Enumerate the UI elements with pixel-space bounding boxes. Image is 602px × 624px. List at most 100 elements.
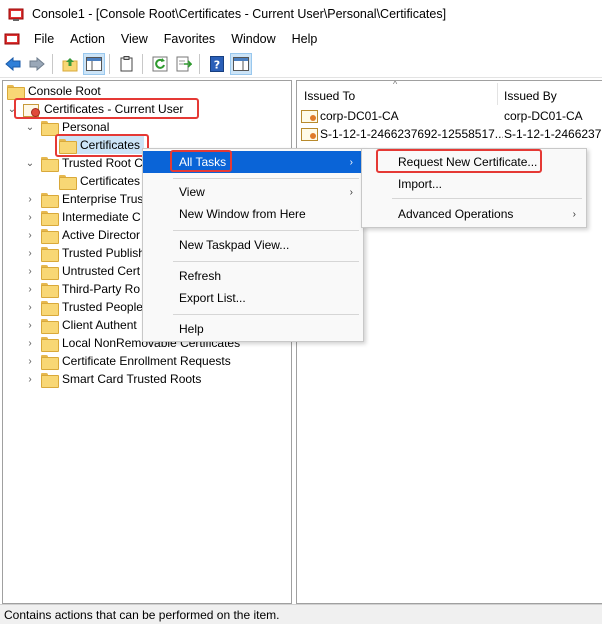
folder-icon (41, 120, 59, 136)
export-list-icon[interactable] (173, 53, 195, 75)
certificate-store-icon (23, 102, 40, 117)
tree-item-intermediate[interactable]: › Intermediate C (25, 208, 141, 226)
folder-icon (41, 300, 59, 316)
menu-action[interactable]: Action (62, 28, 113, 50)
folder-icon (41, 318, 59, 334)
tree-item-active-directory[interactable]: › Active Director (25, 226, 140, 244)
column-header-issued-by[interactable]: Issued By (504, 81, 602, 107)
forward-icon[interactable] (26, 53, 48, 75)
chevron-right-icon[interactable]: › (25, 334, 35, 352)
issued-to-cell: corp-DC01-CA (320, 109, 399, 123)
chevron-right-icon[interactable]: › (25, 280, 35, 298)
chevron-right-icon[interactable]: › (25, 262, 35, 280)
show-hide-tree-icon[interactable] (83, 52, 105, 75)
list-item[interactable]: corp-DC01-CA corp-DC01-CA (301, 107, 601, 125)
tree-item-label: Trusted People (62, 300, 143, 314)
chevron-down-icon[interactable]: ⌄ (25, 154, 35, 172)
folder-icon (41, 156, 59, 172)
menu-item-request-new-certificate[interactable]: Request New Certificate... (362, 151, 586, 173)
tree-item-client-authentication[interactable]: › Client Authent (25, 316, 137, 334)
column-separator[interactable] (497, 83, 498, 105)
folder-icon (41, 210, 59, 226)
folder-icon (41, 192, 59, 208)
system-menu-icon[interactable] (4, 31, 20, 47)
toolbar-separator (109, 53, 110, 74)
menu-item-help[interactable]: Help (143, 318, 363, 340)
copy-icon[interactable] (116, 53, 138, 75)
tree-item-label: Certificates (80, 138, 141, 152)
up-folder-icon[interactable] (59, 53, 81, 75)
show-action-pane-icon[interactable] (230, 52, 252, 75)
chevron-right-icon[interactable]: › (25, 298, 35, 316)
chevron-right-icon[interactable]: › (25, 208, 35, 226)
menu-item-new-taskpad[interactable]: New Taskpad View... (143, 234, 363, 256)
folder-icon (41, 246, 59, 262)
certificate-icon (301, 127, 318, 141)
chevron-right-icon: › (349, 186, 353, 198)
menu-item-export-list[interactable]: Export List... (143, 287, 363, 309)
folder-icon (41, 372, 59, 388)
mmc-console-icon (8, 6, 24, 22)
chevron-right-icon[interactable]: › (25, 190, 35, 208)
tree-item-label: Certificate Enrollment Requests (62, 354, 231, 368)
chevron-right-icon[interactable]: › (25, 316, 35, 334)
list-item[interactable]: S-1-12-1-2466237692-12558517... S-1-12-1… (301, 125, 601, 143)
all-tasks-submenu: Request New Certificate... Import... Adv… (361, 148, 587, 228)
chevron-right-icon[interactable]: › (25, 226, 35, 244)
menu-separator (173, 230, 359, 231)
tree-item-untrusted[interactable]: › Untrusted Cert (25, 262, 140, 280)
menu-separator (173, 261, 359, 262)
menu-item-new-window[interactable]: New Window from Here (143, 203, 363, 225)
tree-item-trusted-root-certificates[interactable]: Certificates (59, 172, 140, 190)
menu-view[interactable]: View (113, 28, 156, 50)
svg-text:?: ? (214, 58, 220, 71)
menu-separator (392, 198, 582, 199)
menu-favorites[interactable]: Favorites (156, 28, 223, 50)
chevron-right-icon[interactable]: › (25, 370, 35, 388)
tree-item-personal[interactable]: ⌄ Personal (25, 118, 109, 136)
context-menu: All Tasks › View › New Window from Here … (142, 148, 364, 342)
folder-icon (41, 354, 59, 370)
menu-item-all-tasks[interactable]: All Tasks › (143, 151, 363, 173)
menu-item-import[interactable]: Import... (362, 173, 586, 195)
tree-item-label: Trusted Publish (62, 246, 145, 260)
tree-item-label: Intermediate C (62, 210, 141, 224)
issued-by-cell: corp-DC01-CA (504, 109, 583, 123)
issued-to-cell: S-1-12-1-2466237692-12558517... (320, 127, 503, 141)
tree-item-trusted-publishers[interactable]: › Trusted Publish (25, 244, 145, 262)
tree-item-label: Active Director (62, 228, 141, 242)
tree-item-personal-certificates[interactable]: Certificates (59, 136, 145, 154)
tree-item-console-root[interactable]: Console Root (7, 82, 101, 100)
chevron-down-icon[interactable]: ⌄ (7, 100, 17, 118)
menu-file[interactable]: File (26, 28, 62, 50)
folder-icon (7, 84, 25, 100)
tree-item-label: Personal (62, 120, 110, 134)
tree-item-enrollment-requests[interactable]: › Certificate Enrollment Requests (25, 352, 231, 370)
tree-item-third-party-root[interactable]: › Third-Party Ro (25, 280, 140, 298)
menu-item-view[interactable]: View › (143, 181, 363, 203)
tree-item-label: Trusted Root C (62, 156, 143, 170)
menu-window[interactable]: Window (223, 28, 283, 50)
chevron-right-icon: › (349, 156, 353, 168)
refresh-icon[interactable] (149, 53, 171, 75)
menu-item-refresh[interactable]: Refresh (143, 265, 363, 287)
column-header-issued-to[interactable]: Issued To (304, 81, 494, 107)
tree-item-smart-card-roots[interactable]: › Smart Card Trusted Roots (25, 370, 201, 388)
tree-item-label: Smart Card Trusted Roots (62, 372, 202, 386)
tree-item-label: Client Authent (62, 318, 137, 332)
tree-item-trusted-people[interactable]: › Trusted People (25, 298, 143, 316)
help-icon[interactable]: ? (206, 53, 228, 75)
chevron-down-icon[interactable]: ⌄ (25, 118, 35, 136)
chevron-right-icon[interactable]: › (25, 244, 35, 262)
tree-item-trusted-root[interactable]: ⌄ Trusted Root C (25, 154, 143, 172)
folder-icon (41, 282, 59, 298)
tree-item-certificates-current-user[interactable]: ⌄ Certificates - Current User (7, 100, 183, 118)
back-icon[interactable] (2, 53, 24, 75)
menu-help[interactable]: Help (284, 28, 326, 50)
tree-item-label: Certificates - Current User (44, 102, 184, 116)
chevron-right-icon: › (572, 208, 576, 220)
chevron-right-icon[interactable]: › (25, 352, 35, 370)
menu-item-advanced-operations[interactable]: Advanced Operations › (362, 203, 586, 225)
tree-item-enterprise-trust[interactable]: › Enterprise Trus (25, 190, 143, 208)
folder-icon (59, 138, 77, 154)
